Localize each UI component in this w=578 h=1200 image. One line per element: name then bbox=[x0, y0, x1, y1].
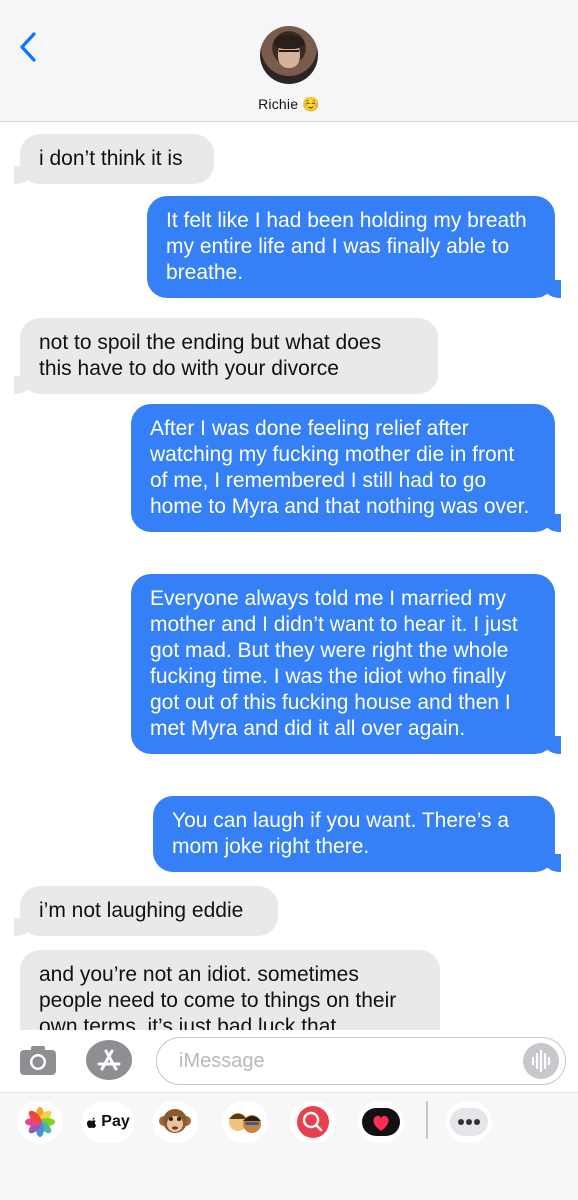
incoming-message[interactable]: i’m not laughing eddie bbox=[14, 886, 278, 936]
outgoing-message[interactable]: You can laugh if you want. There’s a mom… bbox=[153, 796, 561, 872]
message-input-placeholder: iMessage bbox=[179, 1050, 265, 1072]
app-drawer: Pay bbox=[0, 1092, 578, 1200]
outgoing-message[interactable]: It felt like I had been holding my breat… bbox=[147, 196, 561, 298]
conversation-header: Richie ☺️ bbox=[0, 0, 578, 122]
apple-pay-label: Pay bbox=[101, 1113, 130, 1130]
outgoing-message[interactable]: Everyone always told me I married my mot… bbox=[131, 574, 561, 754]
animoji-monkey-icon[interactable] bbox=[152, 1101, 198, 1143]
more-apps-icon[interactable] bbox=[446, 1101, 492, 1143]
message-thread[interactable]: i don’t think it is It felt like I had b… bbox=[0, 122, 578, 1030]
outgoing-message[interactable]: After I was done feeling relief after wa… bbox=[131, 404, 561, 532]
app-store-icon[interactable] bbox=[86, 1040, 132, 1080]
contact-avatar[interactable] bbox=[260, 26, 318, 84]
incoming-message[interactable]: and you’re not an idiot. sometimes peopl… bbox=[20, 950, 440, 1030]
incoming-message[interactable]: not to spoil the ending but what does th… bbox=[14, 318, 438, 394]
apple-pay-icon[interactable]: Pay bbox=[82, 1101, 134, 1143]
back-icon[interactable] bbox=[14, 30, 44, 64]
composer-bar: iMessage bbox=[0, 1030, 578, 1092]
digital-touch-icon[interactable] bbox=[358, 1101, 404, 1143]
contact-name[interactable]: Richie ☺️ bbox=[0, 96, 578, 113]
avatar-glasses bbox=[279, 50, 299, 55]
camera-icon[interactable] bbox=[18, 1043, 58, 1077]
audio-message-icon[interactable] bbox=[523, 1043, 559, 1079]
incoming-message[interactable]: i don’t think it is bbox=[14, 134, 214, 184]
avatar-hair bbox=[274, 35, 304, 49]
memoji-icon[interactable] bbox=[222, 1101, 268, 1143]
search-images-icon[interactable] bbox=[290, 1101, 336, 1143]
photos-app-icon[interactable] bbox=[17, 1101, 63, 1143]
message-input[interactable]: iMessage bbox=[156, 1037, 566, 1085]
drawer-divider bbox=[426, 1101, 428, 1139]
